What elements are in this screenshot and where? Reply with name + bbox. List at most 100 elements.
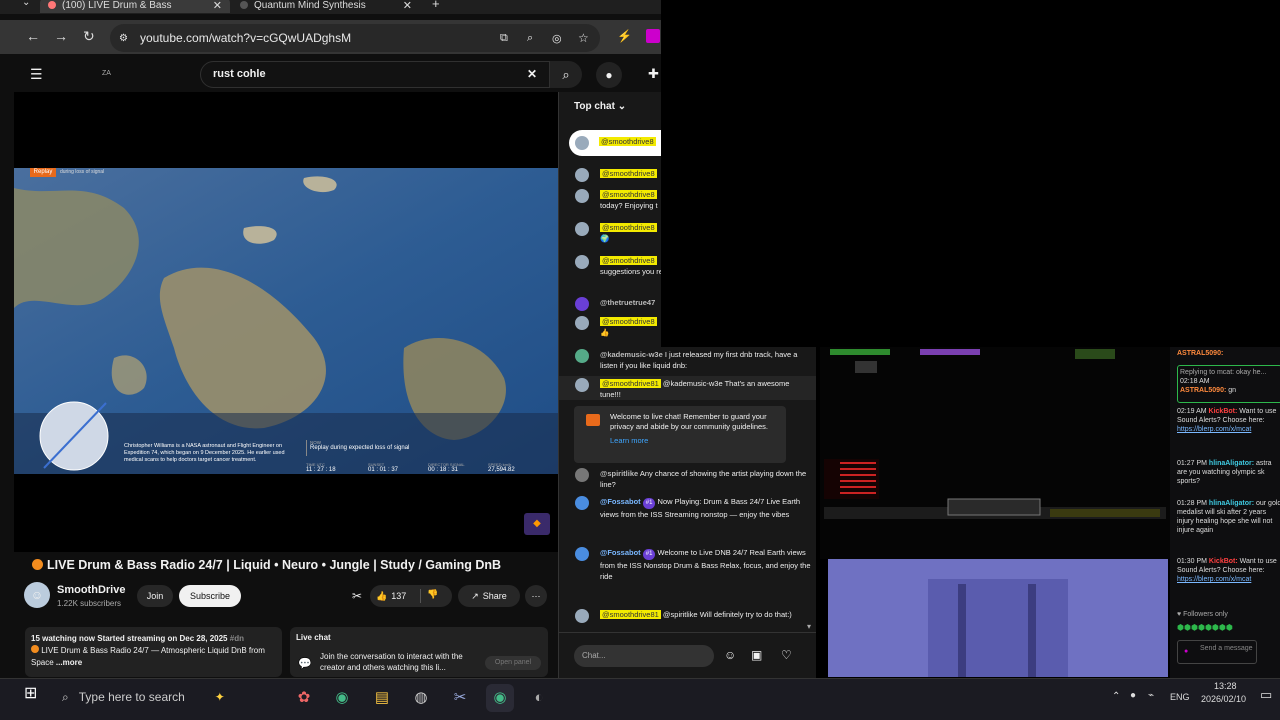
- emoji-picker-icon[interactable]: ☺: [724, 648, 736, 662]
- join-button[interactable]: Join: [137, 585, 173, 607]
- search-value: rust cohle: [213, 68, 266, 80]
- channel-avatar[interactable]: ☺: [24, 582, 50, 608]
- cast-icon[interactable]: ⧉: [500, 32, 508, 45]
- tab-label: Quantum Mind Synthesis: [254, 0, 366, 11]
- description-box[interactable]: 15 watching now Started streaming on Dec…: [25, 627, 282, 677]
- zoom-icon[interactable]: ⌕: [527, 32, 533, 45]
- avatar: [575, 222, 589, 236]
- reply-time: 02:18 AM: [1180, 378, 1210, 385]
- snipping-tool-icon[interactable]: ✂: [446, 684, 474, 712]
- obs-icon[interactable]: ◍: [407, 684, 435, 712]
- avatar: [575, 255, 589, 269]
- loss-of-signal-note: during loss of signal: [60, 169, 105, 175]
- subscribe-button[interactable]: Subscribe: [179, 585, 241, 607]
- video-title: LIVE Drum & Bass Radio 24/7 | Liquid • N…: [32, 558, 552, 572]
- share-button[interactable]: ↗ Share: [458, 585, 520, 607]
- clock-time[interactable]: 13:28: [1214, 681, 1237, 691]
- game-stream-view[interactable]: [820, 347, 1170, 559]
- site-info-icon[interactable]: ⚙: [119, 33, 128, 44]
- chevron-up-icon[interactable]: ⌃: [1112, 691, 1120, 702]
- search-input[interactable]: rust cohle ✕: [200, 61, 550, 88]
- chat-message: ASTRAL5090:: [1177, 349, 1280, 358]
- search-button[interactable]: ⌕: [550, 61, 582, 88]
- mic-icon: ●: [1184, 648, 1189, 655]
- live-chat-text: Join the conversation to interact with t…: [320, 652, 463, 672]
- chat-link[interactable]: https://blerp.com/x/mcat: [1177, 576, 1251, 583]
- language-indicator[interactable]: ENG: [1170, 692, 1190, 702]
- new-tab-icon[interactable]: +: [432, 0, 440, 11]
- top-chat-dropdown[interactable]: Top chat ⌄: [574, 101, 626, 112]
- clear-search-icon[interactable]: ✕: [527, 67, 537, 81]
- app-icon[interactable]: ◐: [525, 684, 553, 712]
- sparkle-icon: ✦: [214, 690, 225, 704]
- member-badge: #1: [642, 549, 656, 560]
- emote-bar[interactable]: ⬢⬢⬢⬢⬢⬢⬢⬢: [1177, 623, 1280, 632]
- description-more-link[interactable]: ...more: [56, 658, 82, 667]
- video-frame[interactable]: [14, 168, 558, 474]
- chat-message: 02:19 AM KickBot: Want to use Sound Aler…: [1177, 407, 1280, 434]
- copilot-icon[interactable]: ✿: [290, 684, 318, 712]
- voice-search-button[interactable]: ●: [596, 62, 622, 88]
- clock-date[interactable]: 2026/02/10: [1201, 694, 1246, 704]
- menu-icon[interactable]: ☰: [30, 66, 43, 83]
- extension-icon[interactable]: [646, 29, 660, 43]
- network-icon[interactable]: ⌁: [1148, 690, 1154, 701]
- scroll-down-icon[interactable]: ▾: [807, 622, 811, 631]
- chat-link[interactable]: https://blerp.com/x/mcat: [1177, 426, 1251, 433]
- super-chat-icon[interactable]: ▣: [751, 648, 762, 662]
- url-bar[interactable]: ⚙ youtube.com/watch?v=cGQwUADghsM ⧉ ⌕ ◎ …: [110, 24, 600, 52]
- heart-icon[interactable]: ♡: [781, 648, 792, 662]
- open-panel-button[interactable]: Open panel: [485, 656, 541, 670]
- avatar: [575, 168, 589, 182]
- chrome-profile-icon[interactable]: ◉: [486, 684, 514, 712]
- stat-value: 00 : 18 : 31: [428, 467, 459, 473]
- chrome-icon[interactable]: ◉: [328, 684, 356, 712]
- chat-time: 01:28 PM: [1177, 500, 1207, 507]
- chat-user: @spiritlike: [600, 469, 639, 478]
- file-explorer-icon[interactable]: ▤: [368, 684, 396, 712]
- bookmark-star-icon[interactable]: ☆: [578, 31, 589, 45]
- eye-off-icon[interactable]: ◎: [552, 32, 562, 45]
- webcam-image: [828, 559, 1168, 677]
- like-button[interactable]: 👍 137 👎: [370, 585, 452, 607]
- chat-user: KickBot:: [1208, 408, 1238, 415]
- pinned-user: @smoothdrive8: [599, 137, 656, 146]
- forward-icon[interactable]: →: [54, 28, 68, 44]
- tab-search-icon[interactable]: ⌄: [22, 0, 30, 8]
- extension-icon[interactable]: ⚡: [617, 29, 632, 43]
- tab-close-icon[interactable]: ✕: [213, 0, 222, 12]
- send-message-input[interactable]: ● Send a message: [1177, 640, 1257, 664]
- tab-live-drum-bass[interactable]: (100) LIVE Drum & Bass ✕: [40, 0, 230, 13]
- thumbs-down-icon[interactable]: 👎: [420, 589, 438, 603]
- thumbs-up-icon: 👍: [600, 328, 610, 337]
- notifications-icon[interactable]: ▭: [1260, 687, 1272, 703]
- taskbar-search-placeholder: Type here to search: [78, 690, 185, 704]
- chat-user: @smoothdrive8: [600, 223, 657, 232]
- webcam-view[interactable]: [828, 559, 1168, 677]
- mic-icon: ●: [605, 68, 613, 82]
- send-message-placeholder: Send a message: [1200, 645, 1253, 652]
- tab-quantum-mind[interactable]: Quantum Mind Synthesis ✕: [232, 0, 420, 13]
- avatar: [575, 189, 589, 203]
- live-chat-summary: Live chat 💬 Join the conversation to int…: [290, 627, 548, 677]
- create-icon[interactable]: ✚: [648, 66, 659, 82]
- more-actions-button[interactable]: ⋯: [525, 585, 547, 607]
- channel-watermark-icon[interactable]: ◆: [524, 513, 550, 535]
- top-chat-label: Top chat: [574, 101, 615, 112]
- windows-start-icon[interactable]: ⊞: [24, 683, 37, 703]
- tab-close-icon[interactable]: ✕: [403, 0, 412, 12]
- mic-icon[interactable]: ●: [1130, 690, 1136, 701]
- channel-name[interactable]: SmoothDrive: [57, 584, 125, 596]
- description-meta-text: 15 watching now Started streaming on Dec…: [31, 634, 228, 643]
- replay-badge: Replay: [30, 168, 56, 177]
- chat-input[interactable]: Chat...: [574, 645, 714, 667]
- overlay-text: Replay during expected loss of signal: [310, 445, 410, 451]
- chat-user: ASTRAL5090:: [1180, 387, 1227, 394]
- live-dot-icon: [31, 645, 39, 653]
- back-icon[interactable]: ←: [26, 28, 40, 44]
- clip-icon[interactable]: ✂: [352, 589, 362, 603]
- taskbar-search[interactable]: ⌕ Type here to search ✦: [52, 680, 278, 714]
- reload-icon[interactable]: ↻: [83, 28, 95, 45]
- chat-message: 01:30 PM KickBot: Want to use Sound Aler…: [1177, 557, 1280, 584]
- learn-more-link[interactable]: Learn more: [610, 436, 780, 446]
